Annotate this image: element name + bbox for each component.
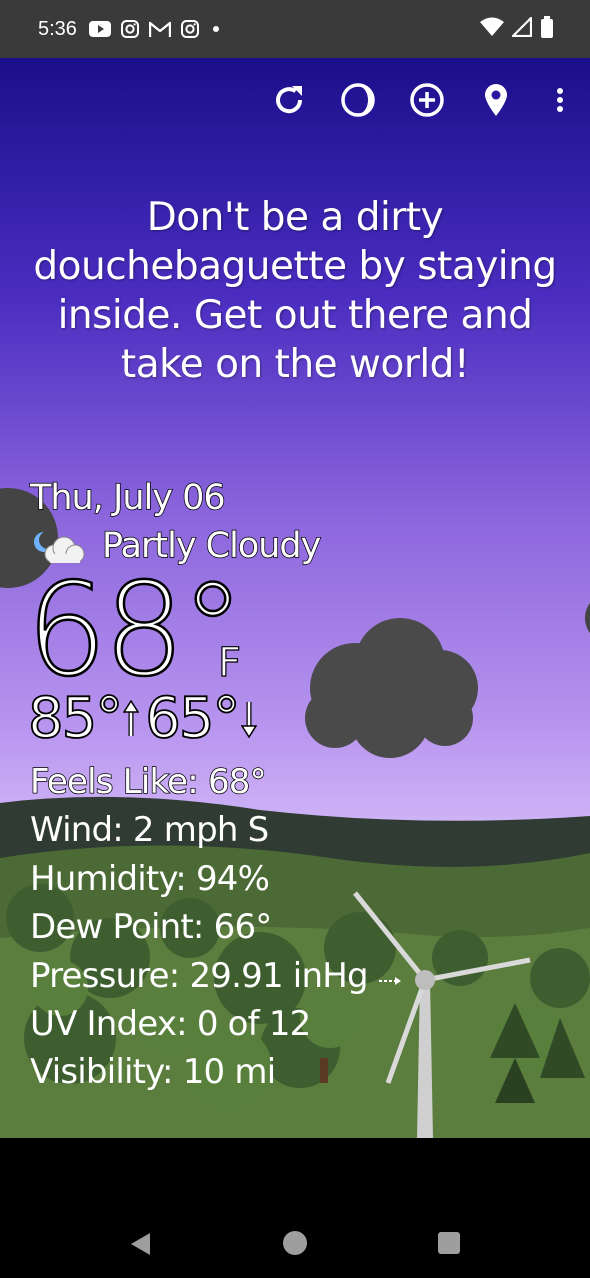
low-temperature: 65° bbox=[144, 685, 241, 752]
detail-value: 0 of 12 bbox=[196, 1004, 311, 1045]
location-button[interactable] bbox=[461, 78, 530, 122]
status-bar: 5:36 bbox=[0, 0, 590, 58]
youtube-icon bbox=[88, 21, 111, 37]
forecast-date: Thu, July 06 bbox=[29, 477, 226, 519]
gmail-icon bbox=[148, 21, 171, 37]
instagram-icon bbox=[180, 20, 199, 38]
detail-label: Feels Like: bbox=[29, 761, 199, 803]
moon-phase-button[interactable] bbox=[323, 78, 392, 122]
up-arrow-icon bbox=[123, 699, 140, 736]
detail-label: Visibility: bbox=[30, 1052, 173, 1093]
detail-label: Dew Point: bbox=[30, 907, 204, 948]
detail-value: 66° bbox=[213, 907, 273, 948]
weather-details: Feels Like: 68° Wind: 2 mph S Humidity: … bbox=[29, 758, 402, 1097]
add-icon bbox=[409, 83, 444, 117]
overflow-menu-button[interactable] bbox=[530, 78, 590, 122]
detail-visibility: Visibility: 10 mi bbox=[30, 1048, 402, 1096]
high-temperature: 85° bbox=[27, 685, 124, 752]
detail-label: Pressure: bbox=[30, 955, 180, 996]
detail-label: UV Index: bbox=[30, 1004, 188, 1045]
toolbar bbox=[254, 78, 590, 122]
detail-dew-point: Dew Point: 66° bbox=[30, 903, 402, 951]
detail-value: 29.91 inHg bbox=[189, 955, 368, 996]
weather-scene: Don't be a dirty douchebaguette by stayi… bbox=[0, 58, 590, 1138]
wifi-icon bbox=[480, 17, 504, 36]
motivational-quote: Don't be a dirty douchebaguette by stayi… bbox=[33, 195, 557, 387]
location-icon bbox=[484, 84, 507, 116]
more-vert-icon bbox=[557, 88, 563, 112]
add-location-button[interactable] bbox=[392, 78, 461, 122]
detail-label: Humidity: bbox=[30, 858, 187, 899]
status-time: 5:36 bbox=[38, 17, 77, 40]
high-low-temps: 85° 65° bbox=[27, 685, 257, 752]
detail-uv-index: UV Index: 0 of 12 bbox=[30, 1000, 402, 1048]
down-arrow-icon bbox=[240, 701, 257, 738]
moon-phase-icon bbox=[340, 83, 375, 117]
battery-icon bbox=[541, 16, 553, 38]
temperature-unit: F bbox=[217, 639, 242, 686]
home-icon[interactable] bbox=[282, 1230, 308, 1256]
detail-humidity: Humidity: 94% bbox=[30, 855, 402, 903]
detail-value: 10 mi bbox=[182, 1052, 276, 1093]
back-icon[interactable] bbox=[128, 1231, 154, 1257]
refresh-icon bbox=[275, 86, 302, 114]
detail-wind: Wind: 2 mph S bbox=[30, 806, 402, 854]
refresh-button[interactable] bbox=[254, 78, 323, 122]
detail-value: 68° bbox=[207, 761, 267, 803]
system-icons bbox=[480, 16, 554, 38]
detail-value: 94% bbox=[195, 858, 270, 899]
recents-icon[interactable] bbox=[437, 1231, 461, 1255]
notification-icons bbox=[88, 20, 223, 38]
dot-icon bbox=[212, 26, 219, 32]
detail-label: Wind: bbox=[30, 810, 124, 851]
detail-feels-like: Feels Like: 68° bbox=[29, 758, 402, 806]
cell-signal-icon bbox=[512, 17, 532, 37]
current-temperature: 68° bbox=[25, 556, 246, 705]
detail-pressure: Pressure: 29.91 inHg bbox=[30, 952, 402, 1000]
detail-value: 2 mph S bbox=[132, 810, 269, 851]
navigation-bar bbox=[0, 1138, 590, 1278]
instagram-icon bbox=[120, 20, 139, 38]
steady-arrow-icon bbox=[378, 976, 401, 985]
